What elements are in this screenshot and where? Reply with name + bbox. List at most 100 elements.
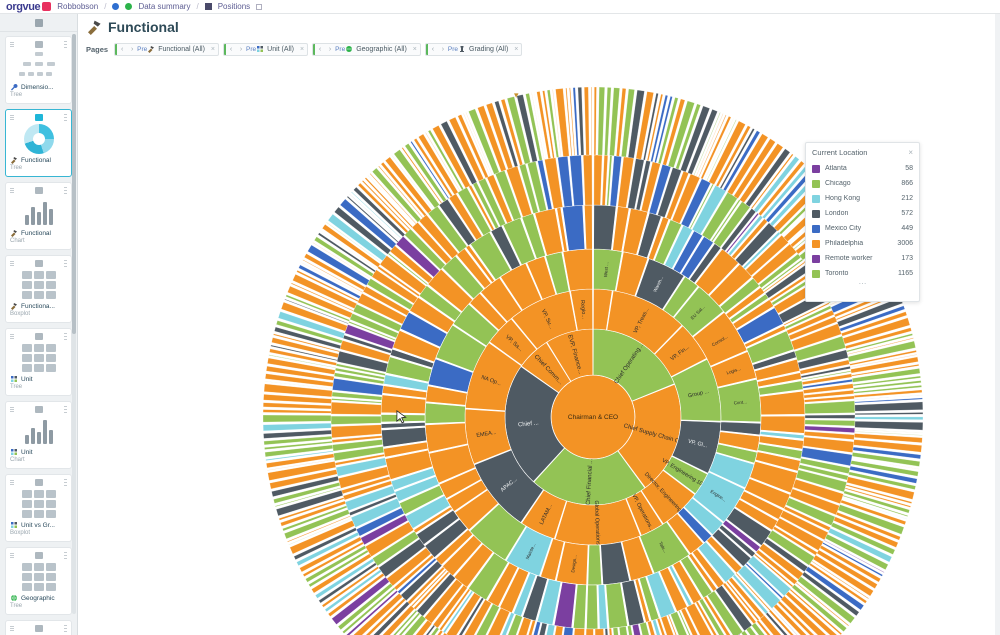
- pill-close-button[interactable]: ×: [511, 46, 521, 53]
- sunburst-segment[interactable]: [263, 403, 331, 409]
- sunburst-segment[interactable]: [594, 155, 602, 205]
- drag-handle-icon[interactable]: [10, 115, 14, 121]
- more-options-icon[interactable]: [64, 333, 67, 340]
- drag-handle-icon[interactable]: [10, 407, 14, 413]
- breadcrumb-item-0[interactable]: Robbobson: [57, 2, 98, 11]
- sidebar-item-functional-chart[interactable]: Functional Chart: [5, 182, 72, 250]
- sunburst-segment[interactable]: [331, 402, 381, 415]
- pill-next-button[interactable]: ›: [127, 46, 137, 53]
- sidebar-item-remuneration[interactable]: Remuner...: [5, 620, 72, 635]
- legend-row[interactable]: Philadelphia3006: [812, 236, 913, 251]
- sunburst-segment[interactable]: [855, 412, 923, 414]
- legend-row[interactable]: Chicago866: [812, 176, 913, 191]
- sunburst-segment[interactable]: [263, 415, 331, 422]
- sunburst-segment[interactable]: [425, 403, 465, 424]
- legend-panel[interactable]: Current Location × Atlanta58Chicago866Ho…: [805, 142, 920, 302]
- sunburst-segment[interactable]: [381, 162, 426, 216]
- more-options-icon[interactable]: [64, 41, 67, 48]
- sunburst-segment[interactable]: [594, 205, 616, 250]
- sidebar-scroll-thumb[interactable]: [72, 34, 76, 334]
- sunburst-segment[interactable]: [805, 420, 855, 426]
- sunburst-segment[interactable]: [760, 416, 805, 433]
- pill-prev-label[interactable]: Pre: [246, 46, 256, 53]
- pill-next-button[interactable]: ›: [325, 46, 335, 53]
- sidebar-item-functional-boxplot[interactable]: Functiona... Boxplot: [5, 255, 72, 323]
- sunburst-segment[interactable]: [595, 629, 606, 635]
- pill-prev-button[interactable]: ‹: [428, 46, 438, 53]
- page-pill-functional[interactable]: ‹ › Pre Functional (All) ×: [114, 43, 219, 56]
- pill-close-button[interactable]: ×: [410, 46, 420, 53]
- pill-prev-button[interactable]: ‹: [226, 46, 236, 53]
- drag-handle-icon[interactable]: [10, 480, 14, 486]
- legend-row[interactable]: Remote worker173: [812, 251, 913, 266]
- pill-prev-label[interactable]: Pre: [137, 46, 147, 53]
- pill-next-button[interactable]: ›: [236, 46, 246, 53]
- main-scrollbar[interactable]: [995, 14, 1000, 635]
- legend-row[interactable]: Atlanta58: [812, 161, 913, 176]
- sunburst-segment[interactable]: [805, 426, 855, 433]
- legend-row[interactable]: Mexico City449: [812, 221, 913, 236]
- breadcrumb-item-1[interactable]: Data summary: [138, 2, 190, 11]
- sunburst-segment[interactable]: [578, 87, 584, 155]
- sunburst-segment[interactable]: [760, 391, 805, 415]
- more-options-icon[interactable]: [64, 114, 67, 121]
- pill-prev-label[interactable]: Pre: [335, 46, 345, 53]
- sidebar-item-functional-tree[interactable]: Functional Tree: [5, 109, 72, 177]
- more-options-icon[interactable]: [64, 406, 67, 413]
- sunburst-segment[interactable]: [583, 155, 592, 205]
- breadcrumb-item-2[interactable]: Positions: [218, 2, 250, 11]
- sunburst-segment[interactable]: [594, 87, 596, 155]
- sunburst-segment[interactable]: [331, 416, 381, 424]
- sunburst-segment[interactable]: [584, 87, 589, 155]
- sunburst-segment[interactable]: [855, 417, 923, 420]
- sunburst-segment[interactable]: [381, 395, 426, 414]
- more-options-icon[interactable]: [64, 479, 67, 486]
- drag-handle-icon[interactable]: [10, 42, 14, 48]
- pill-prev-button[interactable]: ‹: [315, 46, 325, 53]
- pill-next-button[interactable]: ›: [438, 46, 448, 53]
- sunburst-segment[interactable]: [855, 421, 923, 430]
- sidebar-item-geographic[interactable]: Geographic Tree: [5, 547, 72, 615]
- more-options-icon[interactable]: [64, 625, 67, 632]
- pill-close-button[interactable]: ×: [297, 46, 307, 53]
- sunburst-segment[interactable]: [381, 414, 425, 422]
- sunburst-segment[interactable]: [588, 545, 602, 585]
- sunburst-segment[interactable]: [591, 87, 592, 155]
- sunburst-segment[interactable]: [585, 629, 594, 635]
- sunburst-segment[interactable]: [586, 585, 597, 629]
- pill-prev-label[interactable]: Pre: [448, 46, 458, 53]
- chart-canvas[interactable]: ▾ Chairman & CEOChief Operating ...Chief…: [78, 72, 1000, 635]
- drag-handle-icon[interactable]: [10, 261, 14, 267]
- sunburst-segment[interactable]: [331, 425, 381, 438]
- sunburst-segment[interactable]: [263, 410, 331, 414]
- close-icon[interactable]: ×: [908, 148, 913, 157]
- sunburst-segment[interactable]: [805, 415, 855, 419]
- sunburst-segment[interactable]: [805, 401, 855, 414]
- sunburst-segment[interactable]: [855, 402, 923, 411]
- pill-prev-button[interactable]: ‹: [117, 46, 127, 53]
- drag-handle-icon[interactable]: [10, 553, 14, 559]
- drag-handle-icon[interactable]: [10, 188, 14, 194]
- sidebar-item-unit-vs-grade[interactable]: Unit vs Gr... Boxplot: [5, 474, 72, 542]
- more-options-icon[interactable]: [64, 260, 67, 267]
- sunburst-segment[interactable]: [598, 87, 605, 155]
- more-options-icon[interactable]: [64, 187, 67, 194]
- sidebar-collapse-icon[interactable]: [35, 19, 43, 27]
- sunburst-segment[interactable]: [602, 155, 608, 205]
- more-options-icon[interactable]: [64, 552, 67, 559]
- sidebar-item-unit-chart[interactable]: Unit Chart: [5, 401, 72, 469]
- brand-logo[interactable]: orgvue: [6, 1, 51, 13]
- sunburst-segment[interactable]: [855, 398, 923, 403]
- legend-more-icon[interactable]: ⋯: [812, 281, 913, 287]
- legend-row[interactable]: Hong Kong212: [812, 191, 913, 206]
- drag-handle-icon[interactable]: [10, 626, 14, 632]
- sidebar-scrollbar[interactable]: [72, 34, 76, 614]
- legend-row[interactable]: London572: [812, 206, 913, 221]
- page-pill-grading[interactable]: ‹ › Pre Grading (All) ×: [425, 43, 523, 56]
- sunburst-segment[interactable]: [263, 423, 331, 431]
- pill-close-button[interactable]: ×: [208, 46, 218, 53]
- sidebar-item-dimensions[interactable]: Dimensio... Tree: [5, 36, 72, 104]
- sidebar-item-unit-tree[interactable]: Unit Tree: [5, 328, 72, 396]
- sunburst-segment[interactable]: [584, 205, 592, 249]
- checkbox-icon[interactable]: [256, 4, 262, 10]
